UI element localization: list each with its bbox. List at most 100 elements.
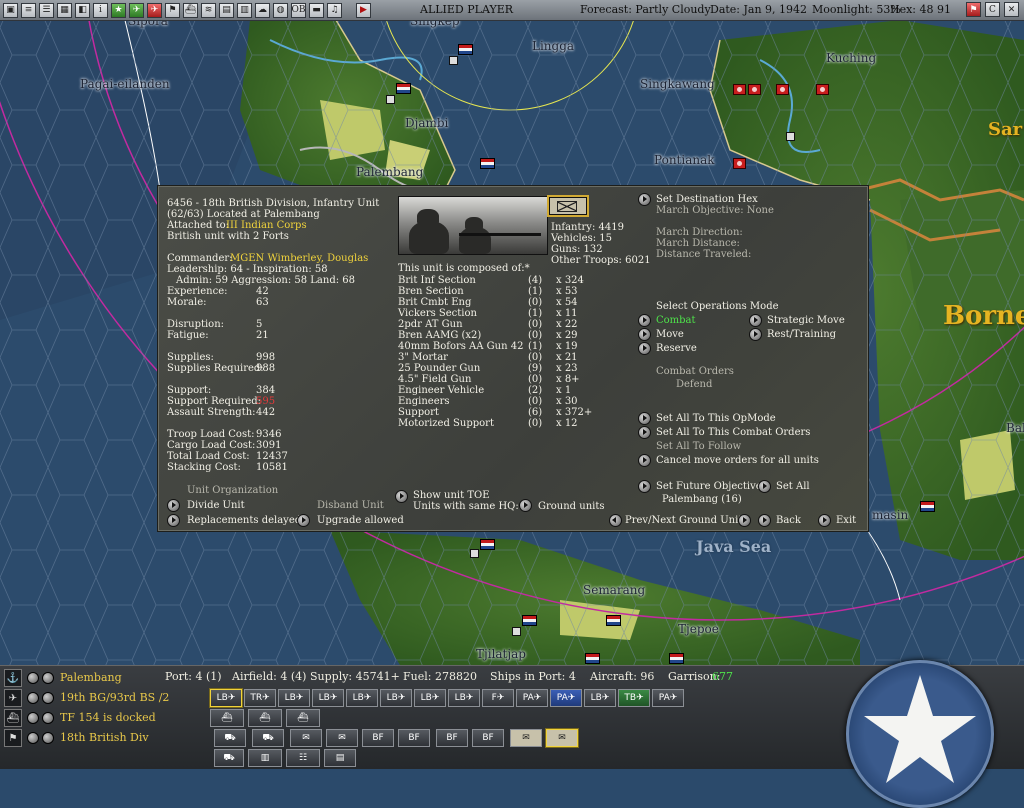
back-button[interactable]: Back	[776, 515, 801, 526]
message-envelope-icon[interactable]	[549, 197, 587, 215]
prev-arrow-icon[interactable]	[27, 712, 39, 724]
dutch-flag-icon[interactable]	[606, 615, 621, 626]
port-icon[interactable]	[512, 627, 521, 636]
strategic-move-button[interactable]: Strategic Move	[767, 315, 845, 326]
set-destination-button[interactable]: Set Destination Hex	[656, 194, 758, 205]
divide-unit-button[interactable]: Divide Unit	[187, 500, 245, 511]
composition-item-name[interactable]: 40mm Bofors AA Gun 42	[398, 341, 523, 352]
cancel-moves-arrow-icon[interactable]	[638, 454, 651, 467]
list-icon[interactable]: ☰	[39, 2, 54, 18]
close-icon[interactable]: ✕	[1004, 2, 1019, 17]
set-all-button[interactable]: Set All	[776, 481, 810, 492]
selection-row-label[interactable]: TF 154 is docked	[60, 711, 156, 724]
reserve-mode-button[interactable]: Reserve	[656, 343, 697, 354]
globe-icon[interactable]: ◍	[273, 2, 288, 18]
bases-icon[interactable]: ◧	[75, 2, 90, 18]
set-all-arrow-icon[interactable]	[758, 480, 771, 493]
flag-icon[interactable]: ⚑	[165, 2, 180, 18]
ship-icon[interactable]: ⛴	[4, 709, 22, 727]
ground-unit-slot[interactable]: BF	[436, 729, 468, 747]
strategic-move-arrow-icon[interactable]	[749, 314, 762, 327]
composition-item-name[interactable]: 4.5" Field Gun	[398, 374, 471, 385]
save-icon[interactable]: ▣	[3, 2, 18, 18]
next-unit-arrow-icon[interactable]	[738, 514, 751, 527]
composition-item-name[interactable]: Bren AAMG (x2)	[398, 330, 481, 341]
report-icon[interactable]: ≡	[21, 2, 36, 18]
flag-icon[interactable]: ⚑	[4, 729, 22, 747]
anchor-icon[interactable]: ⚓	[4, 669, 22, 687]
truck-slot-icon[interactable]: ⛟	[214, 749, 244, 767]
composition-item-name[interactable]: Engineers	[398, 396, 450, 407]
ground-unit-slot-icon[interactable]: ⛟	[252, 729, 284, 747]
composition-item-name[interactable]: Bren Section	[398, 286, 464, 297]
dutch-flag-icon[interactable]	[920, 501, 935, 512]
end-turn-icon[interactable]: ▶	[356, 2, 371, 18]
flag-toggle-icon[interactable]: ⚑	[966, 2, 981, 17]
map-icon[interactable]: ▦	[57, 2, 72, 18]
selection-row[interactable]: ⚑ 18th British Div	[0, 728, 210, 748]
air-unit-slot[interactable]: TR ✈	[244, 689, 276, 707]
set-all-opmode-button[interactable]: Set All To This OpMode	[656, 413, 776, 424]
next-arrow-icon[interactable]	[42, 672, 54, 684]
prev-arrow-icon[interactable]	[27, 692, 39, 704]
composition-item-name[interactable]: 3" Mortar	[398, 352, 448, 363]
selection-row[interactable]: ⛴ TF 154 is docked	[0, 708, 210, 728]
prev-unit-arrow-icon[interactable]	[609, 514, 622, 527]
dutch-flag-icon[interactable]	[585, 653, 600, 664]
selection-row-label[interactable]: 18th British Div	[60, 731, 149, 744]
composition-item-name[interactable]: Motorized Support	[398, 418, 494, 429]
composition-item-name[interactable]: Brit Cmbt Eng	[398, 297, 471, 308]
combat-mode-button[interactable]: Combat	[656, 315, 696, 326]
dutch-flag-icon[interactable]	[480, 158, 495, 169]
show-toe-button[interactable]: Show unit TOE	[413, 490, 490, 501]
set-future-objective-button[interactable]: Set Future Objective	[656, 481, 762, 492]
ground-unit-slot-icon[interactable]: ✉	[326, 729, 358, 747]
air-unit-slot[interactable]: PA ✈	[516, 689, 548, 707]
japanese-unit-icon[interactable]	[733, 84, 746, 95]
dutch-flag-icon[interactable]	[480, 539, 495, 550]
set-all-combat-button[interactable]: Set All To This Combat Orders	[656, 427, 810, 438]
selection-row-label[interactable]: 19th BG/93rd BS /2	[60, 691, 169, 704]
air-unit-slot[interactable]: LB ✈	[210, 689, 242, 707]
composition-item-name[interactable]: Vickers Section	[398, 308, 477, 319]
move-arrow-icon[interactable]	[638, 328, 651, 341]
ground-unit-slot-icon[interactable]: ✉	[546, 729, 578, 747]
set-destination-arrow-icon[interactable]	[638, 193, 651, 206]
selection-row[interactable]: ⚓ Palembang	[0, 668, 210, 688]
ground-unit-slot-icon[interactable]: ⛟	[214, 729, 246, 747]
ground-unit-slot-icon[interactable]: ✉	[290, 729, 322, 747]
composition-item-name[interactable]: Brit Inf Section	[398, 275, 476, 286]
exit-arrow-icon[interactable]	[818, 514, 831, 527]
sound-icon[interactable]: ♫	[327, 2, 342, 18]
ground-units-arrow-icon[interactable]	[519, 499, 532, 512]
japanese-unit-icon[interactable]	[748, 84, 761, 95]
commander-link[interactable]: MGEN Wimberley, Douglas	[230, 253, 368, 264]
next-arrow-icon[interactable]	[42, 712, 54, 724]
cancel-moves-button[interactable]: Cancel move orders for all units	[656, 455, 819, 466]
rail-slot-icon[interactable]: ☷	[286, 749, 320, 767]
air-unit-slot[interactable]: LB ✈	[312, 689, 344, 707]
ground-unit-slot[interactable]: BF	[362, 729, 394, 747]
convoy-icon[interactable]: ≋	[201, 2, 216, 18]
attached-hq-link[interactable]: III Indian Corps	[226, 220, 307, 231]
prev-arrow-icon[interactable]	[27, 672, 39, 684]
ground-unit-slot-icon[interactable]: ✉	[510, 729, 542, 747]
industry-slot-icon[interactable]: ▤	[324, 749, 356, 767]
factory-slot-icon[interactable]: ▥	[248, 749, 282, 767]
ob-icon[interactable]: OB	[291, 2, 306, 18]
replacements-toggle[interactable]: Replacements delayed	[187, 515, 301, 526]
dutch-flag-icon[interactable]	[396, 83, 411, 94]
plane-icon[interactable]: ✈	[4, 689, 22, 707]
back-arrow-icon[interactable]	[758, 514, 771, 527]
move-mode-button[interactable]: Move	[656, 329, 684, 340]
port-icon[interactable]	[470, 549, 479, 558]
air-unit-slot[interactable]: LB ✈	[584, 689, 616, 707]
air-unit-slot[interactable]: LB ✈	[380, 689, 412, 707]
selection-row-label[interactable]: Palembang	[60, 671, 122, 684]
combat-arrow-icon[interactable]	[638, 314, 651, 327]
air-unit-slot[interactable]: LB ✈	[414, 689, 446, 707]
set-future-arrow-icon[interactable]	[638, 480, 651, 493]
dutch-flag-icon[interactable]	[522, 615, 537, 626]
reserve-arrow-icon[interactable]	[638, 342, 651, 355]
composition-item-name[interactable]: Support	[398, 407, 439, 418]
